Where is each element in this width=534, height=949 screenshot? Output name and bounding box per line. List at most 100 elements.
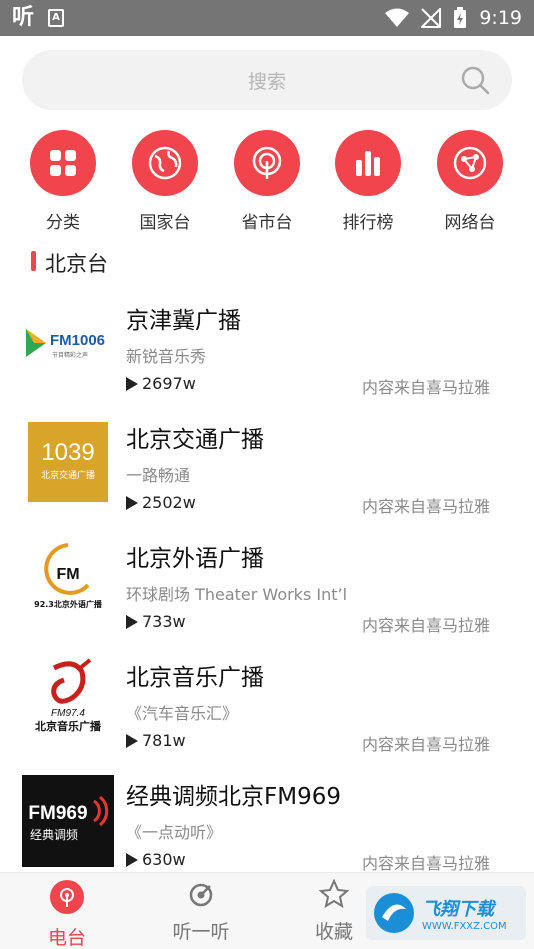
status-right: 9:19 [385, 6, 522, 30]
nav-tab-radio[interactable]: 电台 [2, 879, 132, 949]
battery-charging-icon [454, 7, 467, 28]
source-text: 内容来自喜马拉雅 [361, 854, 490, 873]
play-icon [126, 733, 138, 748]
station-logo: FM1006 节目精彩之声 [22, 297, 114, 389]
watermark: 飞翔下载 WWW.FXXZ.COM [366, 886, 526, 940]
play-count: 2697w [142, 374, 196, 393]
section-title: 北京台 [45, 252, 108, 276]
logo-text-sub: 北京音乐广播 [35, 719, 102, 733]
play-count-row: 733w [126, 612, 186, 631]
category-icon-circle [437, 130, 503, 196]
play-count-row: 2502w [126, 493, 196, 512]
play-count: 630w [142, 850, 186, 869]
app-notification-icon: 听 [12, 5, 35, 30]
category-shengshitai[interactable]: 省市台 [217, 130, 317, 233]
status-left: 听 A [12, 5, 65, 31]
play-count-row: 781w [126, 731, 186, 750]
logo-text-main: FM97.4 [51, 708, 85, 719]
logo-text-sub: 节目精彩之声 [52, 351, 88, 359]
fm969-logo: FM969 经典调频 [22, 775, 114, 867]
watermark-sub: WWW.FXXZ.COM [422, 920, 507, 932]
play-icon [126, 852, 138, 867]
logo-text-main: FM969 [28, 803, 87, 824]
a-badge-icon: A [48, 9, 65, 27]
station-subtitle: 新锐音乐秀 [126, 347, 207, 366]
category-label: 国家台 [139, 213, 191, 233]
category-row: 分类 国家台 省市台 排行榜 网络台 [0, 130, 534, 240]
watermark-main: 飞翔下载 [422, 898, 494, 920]
station-item[interactable]: FM1006 节目精彩之声 京津冀广播 新锐音乐秀 2697w 内容来自喜马拉雅 [0, 285, 534, 404]
play-icon [126, 495, 138, 510]
category-guojiatai[interactable]: 国家台 [115, 130, 215, 233]
signal-icon [421, 8, 442, 28]
station-subtitle: 环球剧场 Theater Works Int’l [126, 585, 348, 604]
play-icon [126, 376, 138, 391]
station-item[interactable]: FM969 经典调频 经典调频北京FM969 《一点动听》 630w 内容来自喜… [0, 761, 534, 880]
station-name: 北京音乐广播 [126, 665, 264, 691]
play-count: 2502w [142, 493, 196, 512]
category-icon-circle [30, 130, 96, 196]
status-bar: 听 A 9:19 [0, 0, 534, 36]
globe-icon [148, 146, 182, 180]
nav-label: 电台 [47, 927, 86, 949]
source-text: 内容来自喜马拉雅 [361, 616, 490, 635]
listen-icon [189, 883, 213, 907]
station-subtitle: 《一点动听》 [126, 823, 223, 842]
station-subtitle: 一路畅通 [126, 466, 191, 485]
fm974-logo: FM97.4 北京音乐广播 [35, 658, 102, 733]
play-count-row: 630w [126, 850, 186, 869]
station-name: 北京外语广播 [126, 546, 264, 572]
play-count: 733w [142, 612, 186, 631]
watermark-logo-icon [374, 893, 414, 933]
search-input[interactable]: 搜索 [22, 50, 512, 110]
grid-icon [50, 150, 76, 176]
station-logo: 1039 北京交通广播 [22, 416, 114, 508]
station-item[interactable]: FM97.4 北京音乐广播 北京音乐广播 《汽车音乐汇》 781w 内容来自喜马… [0, 642, 534, 761]
source-text: 内容来自喜马拉雅 [361, 378, 490, 397]
category-wangluotai[interactable]: 网络台 [420, 130, 520, 233]
fm923-logo: FM 92.3北京外语广播 [34, 543, 103, 609]
station-item[interactable]: 1039 北京交通广播 北京交通广播 一路畅通 2502w 内容来自喜马拉雅 [0, 404, 534, 523]
location-pin-icon [252, 146, 282, 179]
station-subtitle: 《汽车音乐汇》 [126, 704, 239, 723]
station-item[interactable]: FM 92.3北京外语广播 北京外语广播 环球剧场 Theater Works … [0, 523, 534, 642]
section-accent-bar [31, 251, 36, 271]
category-label: 分类 [46, 213, 80, 233]
wifi-icon [385, 8, 410, 27]
bar-chart-icon [356, 151, 380, 176]
station-name: 京津冀广播 [126, 308, 241, 334]
source-text: 内容来自喜马拉雅 [361, 735, 490, 754]
station-logo: FM969 经典调频 [22, 775, 114, 867]
search-placeholder: 搜索 [247, 71, 286, 93]
fm1039-logo: 1039 北京交通广播 [28, 422, 108, 502]
watermark-text: 飞翔下载 WWW.FXXZ.COM [422, 895, 507, 932]
logo-text-sub: 北京交通广播 [41, 469, 95, 481]
station-name: 北京交通广播 [126, 427, 264, 453]
fm1006-logo: FM1006 节目精彩之声 [26, 329, 105, 359]
station-name: 经典调频北京FM969 [126, 784, 341, 810]
station-logo: FM97.4 北京音乐广播 [22, 654, 114, 746]
category-label: 排行榜 [342, 213, 394, 233]
category-icon-circle [132, 130, 198, 196]
nav-tab-listen[interactable]: 听一听 [136, 879, 266, 944]
category-paihangbang[interactable]: 排行榜 [318, 130, 418, 233]
search-icon[interactable] [460, 65, 490, 95]
play-count-row: 2697w [126, 374, 196, 393]
station-logo: FM 92.3北京外语广播 [22, 535, 114, 627]
logo-text-main: 1039 [41, 439, 94, 466]
network-globe-icon [453, 146, 487, 180]
status-time: 9:19 [479, 7, 522, 29]
logo-text-main: FM1006 [50, 332, 105, 349]
play-icon [126, 614, 138, 629]
logo-text-main: FM [56, 566, 79, 583]
play-count: 781w [142, 731, 186, 750]
category-icon-circle [335, 130, 401, 196]
category-fenlei[interactable]: 分类 [13, 130, 113, 233]
logo-text-sub: 经典调频 [30, 828, 78, 842]
category-label: 省市台 [241, 213, 293, 233]
star-icon [318, 878, 350, 909]
category-label: 网络台 [444, 213, 496, 233]
radio-icon [50, 880, 84, 914]
logo-text-sub: 92.3北京外语广播 [34, 599, 103, 609]
source-text: 内容来自喜马拉雅 [361, 497, 490, 516]
